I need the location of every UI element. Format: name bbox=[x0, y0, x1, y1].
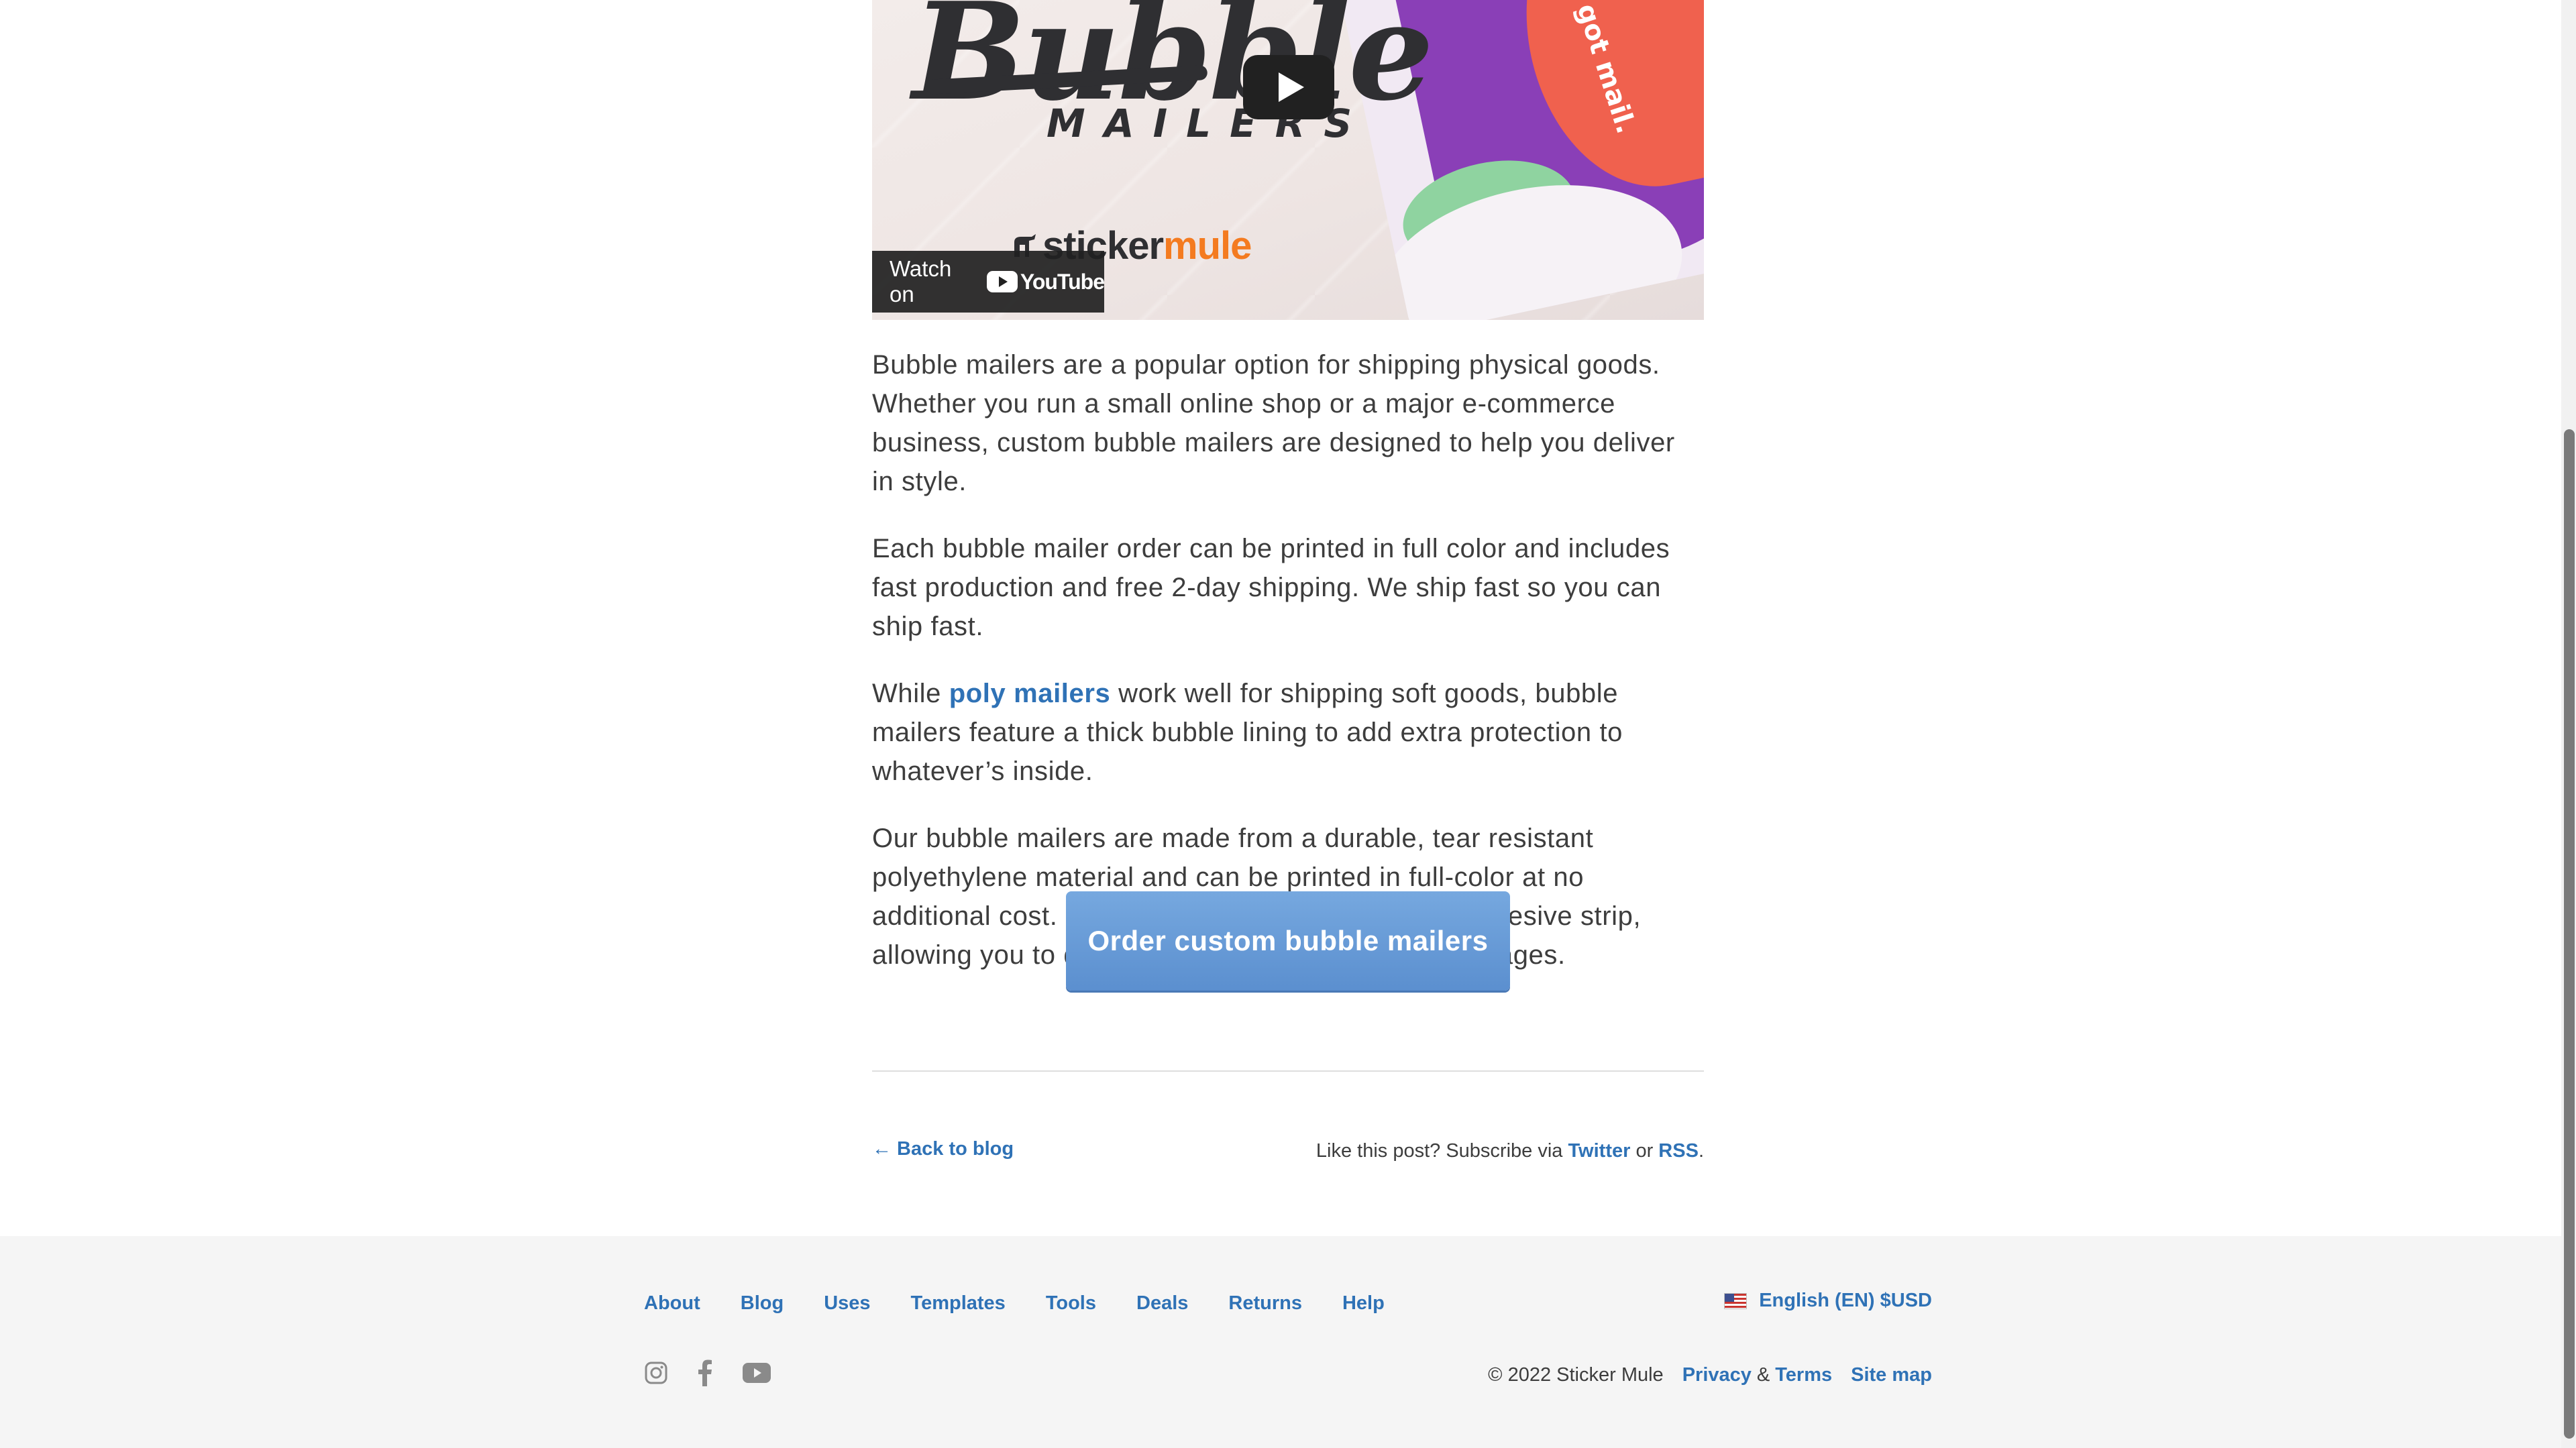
footer-nav: About Blog Uses Templates Tools Deals Re… bbox=[644, 1292, 1425, 1315]
language-selector[interactable]: English (EN) $USD bbox=[1724, 1290, 1932, 1312]
copyright: © 2022 Sticker Mule bbox=[1488, 1364, 1664, 1386]
footer-link-uses[interactable]: Uses bbox=[824, 1292, 870, 1315]
play-button[interactable] bbox=[1243, 55, 1334, 119]
youtube-logo: YouTube bbox=[986, 270, 1105, 294]
youtube-play-icon bbox=[986, 271, 1018, 292]
site-footer: About Blog Uses Templates Tools Deals Re… bbox=[0, 1236, 2576, 1448]
site-map-link[interactable]: Site map bbox=[1851, 1364, 1932, 1386]
back-to-blog-link[interactable]: ← Back to blog bbox=[872, 1138, 1014, 1160]
footer-link-templates[interactable]: Templates bbox=[911, 1292, 1006, 1315]
play-icon bbox=[1279, 72, 1304, 102]
facebook-icon[interactable] bbox=[696, 1359, 714, 1386]
footer-link-about[interactable]: About bbox=[644, 1292, 700, 1315]
paragraph-intro: Bubble mailers are a popular option for … bbox=[872, 350, 1675, 496]
footer-link-help[interactable]: Help bbox=[1342, 1292, 1385, 1315]
footer-link-blog[interactable]: Blog bbox=[741, 1292, 784, 1315]
paragraph-poly: While poly mailers work well for shippin… bbox=[872, 679, 1623, 786]
watch-on-youtube-button[interactable]: Watch on YouTube bbox=[872, 251, 1105, 313]
footer-link-tools[interactable]: Tools bbox=[1046, 1292, 1096, 1315]
poly-mailers-link[interactable]: poly mailers bbox=[949, 679, 1111, 708]
cta-wrapper: Order custom bubble mailers bbox=[1066, 891, 1510, 991]
paragraph-shipping: Each bubble mailer order can be printed … bbox=[872, 534, 1670, 641]
footer-link-deals[interactable]: Deals bbox=[1136, 1292, 1188, 1315]
terms-link[interactable]: Terms bbox=[1775, 1364, 1832, 1386]
scrollbar-track[interactable] bbox=[2561, 0, 2576, 1448]
rss-link[interactable]: RSS bbox=[1658, 1140, 1699, 1162]
twitter-link[interactable]: Twitter bbox=[1568, 1140, 1630, 1162]
social-links bbox=[644, 1359, 800, 1386]
page: got mail. Bubble MAILERS sticker mule Wat… bbox=[0, 0, 2576, 1448]
scrollbar-thumb[interactable] bbox=[2564, 429, 2575, 1439]
video-embed[interactable]: got mail. Bubble MAILERS sticker mule Wat… bbox=[872, 0, 1704, 320]
subscribe-line: Like this post? Subscribe via Twitter or… bbox=[1316, 1140, 1704, 1162]
youtube-icon[interactable] bbox=[742, 1362, 771, 1384]
us-flag-icon bbox=[1724, 1292, 1748, 1309]
footer-link-returns[interactable]: Returns bbox=[1228, 1292, 1302, 1315]
privacy-link[interactable]: Privacy bbox=[1682, 1364, 1752, 1386]
language-label[interactable]: English (EN) $USD bbox=[1759, 1290, 1932, 1312]
instagram-icon[interactable] bbox=[644, 1361, 668, 1385]
order-bubble-mailers-button[interactable]: Order custom bubble mailers bbox=[1066, 891, 1510, 991]
legal-links: © 2022 Sticker Mule Privacy & Terms Site… bbox=[1488, 1364, 1932, 1386]
watch-on-label: Watch on bbox=[890, 256, 952, 307]
divider bbox=[872, 1070, 1704, 1072]
